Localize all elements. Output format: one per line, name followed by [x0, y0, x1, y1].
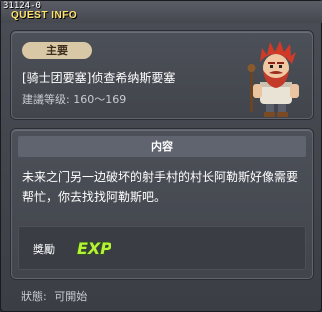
quest-status: 狀態: 可開始 — [21, 288, 91, 304]
quest-name: [骑士团要塞]侦查希纳斯要塞 — [22, 71, 176, 85]
quest-info-window: 31124-0 QUEST INFO 主要 [骑士团要塞]侦查希纳斯要塞 建議等… — [0, 0, 322, 312]
quest-summary-panel: 主要 [骑士团要塞]侦查希纳斯要塞 建議等级: 160～169 — [11, 31, 313, 119]
status-value: 可開始 — [54, 290, 88, 303]
level-requirement: 建議等级: 160～169 — [22, 91, 126, 107]
exp-reward-text: EXP — [77, 239, 111, 258]
status-label: 狀態: — [21, 290, 47, 303]
content-section-header: 内容 — [18, 136, 306, 157]
level-range: 160～169 — [73, 93, 127, 106]
window-title: QUEST INFO — [11, 10, 78, 21]
exp-reward-icon[interactable]: EXP — [75, 237, 112, 259]
quest-category-badge: 主要 — [22, 42, 92, 59]
window-header[interactable]: 31124-0 QUEST INFO — [1, 1, 322, 23]
npc-portrait-icon — [244, 38, 310, 120]
reward-label: 獎勵 — [33, 243, 55, 256]
quest-description: 未来之门另一边破坏的射手村的村长阿勒斯好像需要帮忙，你去找找阿勒斯吧。 — [22, 170, 299, 204]
quest-content-panel: 内容 未来之门另一边破坏的射手村的村长阿勒斯好像需要帮忙，你去找找阿勒斯吧。 獎… — [11, 129, 313, 279]
reward-row: 獎勵 EXP — [18, 226, 306, 270]
level-label: 建議等级: — [22, 93, 70, 106]
